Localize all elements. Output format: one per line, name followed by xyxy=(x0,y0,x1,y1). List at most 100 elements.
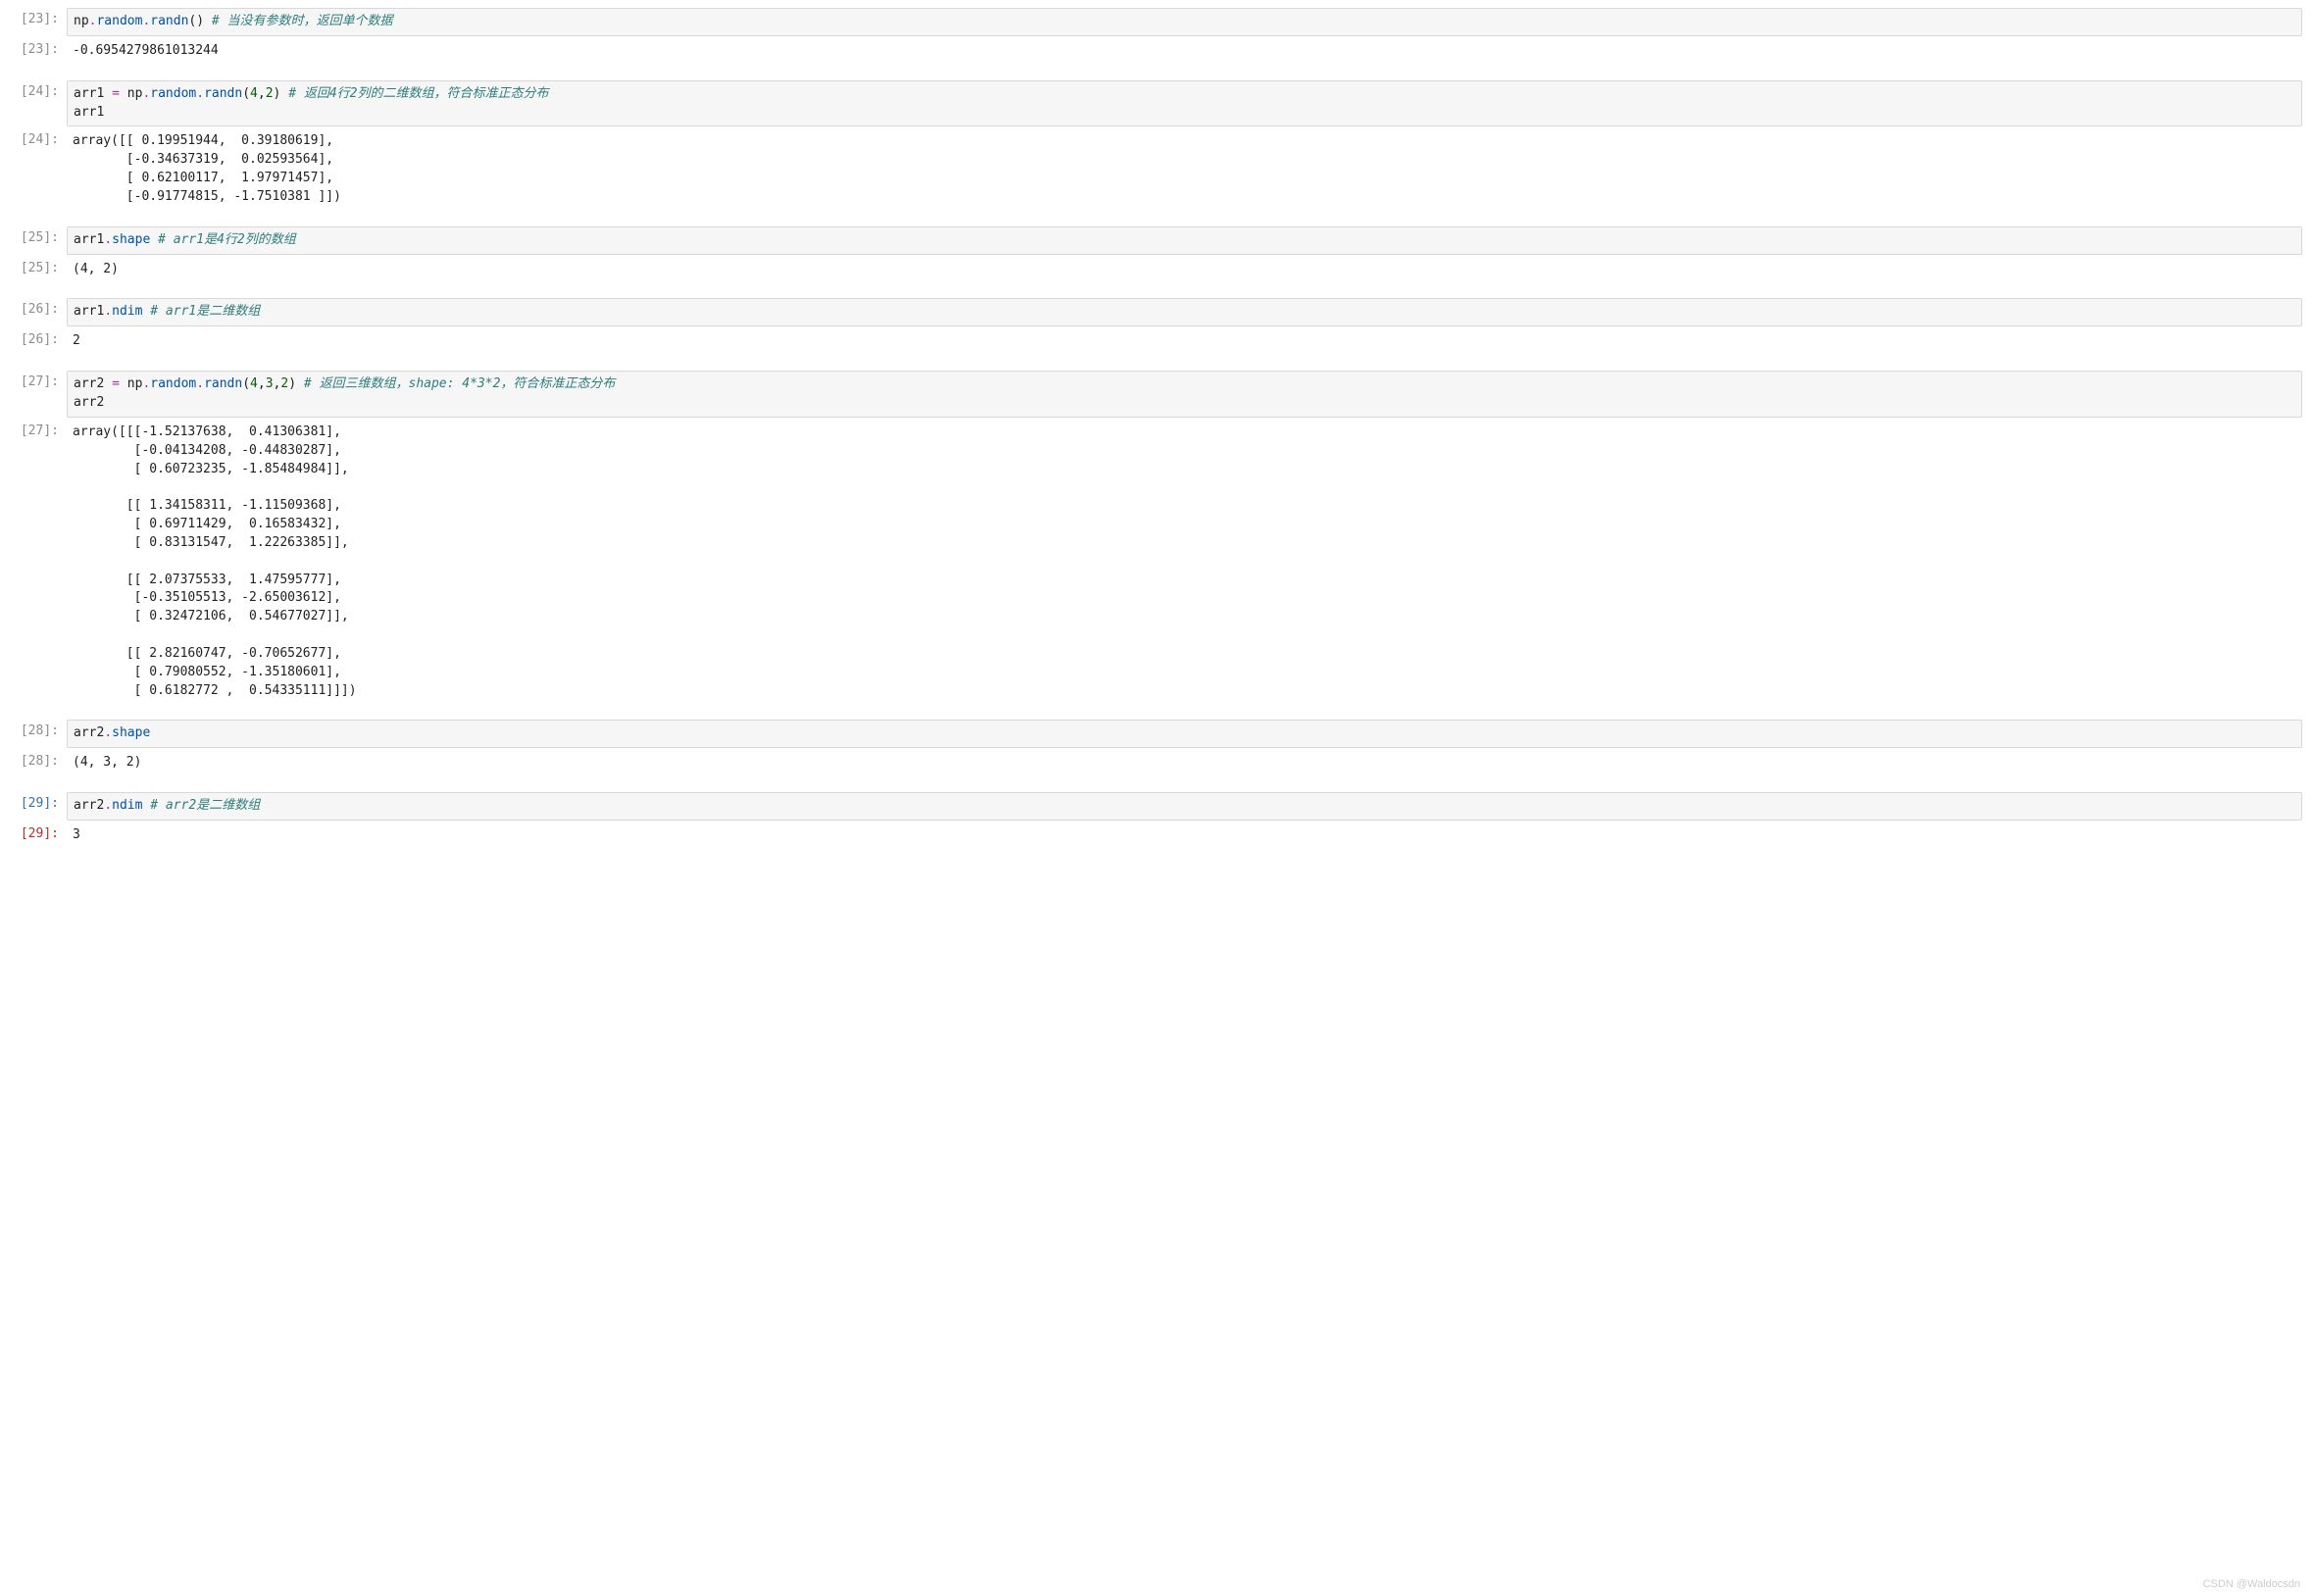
cell-gap xyxy=(8,67,2302,80)
in-prompt: [29]: xyxy=(8,792,67,811)
code-token: shape xyxy=(112,232,150,247)
code-input[interactable]: arr2.shape xyxy=(67,720,2302,748)
code-token xyxy=(296,376,304,391)
in-prompt: [26]: xyxy=(8,298,67,317)
code-token: ndim xyxy=(112,798,142,813)
code-input[interactable]: arr1.shape # arr1是4行2列的数组 xyxy=(67,226,2302,255)
in-prompt: [23]: xyxy=(8,8,67,26)
input-cell: [25]:arr1.shape # arr1是4行2列的数组 xyxy=(8,226,2302,255)
cell-gap xyxy=(8,357,2302,371)
input-cell: [26]:arr1.ndim # arr1是二维数组 xyxy=(8,298,2302,326)
code-token: 4 xyxy=(250,376,258,391)
in-prompt: [28]: xyxy=(8,720,67,738)
code-token: 2 xyxy=(266,86,274,101)
code-token: # 返回4行2列的二维数组，符合标准正态分布 xyxy=(288,86,548,101)
output-cell: [23]:-0.6954279861013244 xyxy=(8,38,2302,65)
code-token: = xyxy=(112,86,120,101)
input-cell: [23]:np.random.randn() # 当没有参数时，返回单个数据 xyxy=(8,8,2302,36)
in-prompt: [27]: xyxy=(8,371,67,389)
code-token: arr1 xyxy=(74,232,104,247)
code-token: 4 xyxy=(250,86,258,101)
code-token: , xyxy=(258,376,266,391)
code-input[interactable]: arr1 = np.random.randn(4,2) # 返回4行2列的二维数… xyxy=(67,80,2302,127)
output-text: 2 xyxy=(67,328,2302,355)
out-prompt: [27]: xyxy=(8,420,67,438)
code-token: shape xyxy=(112,725,150,740)
output-cell: [29]:3 xyxy=(8,823,2302,849)
output-cell: [26]:2 xyxy=(8,328,2302,355)
code-token: randn xyxy=(204,376,242,391)
output-cell: [24]:array([[ 0.19951944, 0.39180619], [… xyxy=(8,128,2302,210)
out-prompt: [26]: xyxy=(8,328,67,347)
code-input[interactable]: arr1.ndim # arr1是二维数组 xyxy=(67,298,2302,326)
code-token: = xyxy=(112,376,120,391)
code-input[interactable]: np.random.randn() # 当没有参数时，返回单个数据 xyxy=(67,8,2302,36)
code-token: 2 xyxy=(280,376,288,391)
code-token: # arr1是4行2列的数组 xyxy=(158,232,296,247)
code-token: ndim xyxy=(112,304,142,319)
code-token xyxy=(150,232,158,247)
in-prompt: [25]: xyxy=(8,226,67,245)
code-token: . xyxy=(104,304,112,319)
code-token: . xyxy=(104,798,112,813)
out-prompt: [23]: xyxy=(8,38,67,57)
cell-gap xyxy=(8,284,2302,298)
code-token: random xyxy=(96,14,142,28)
out-prompt: [29]: xyxy=(8,823,67,841)
output-text: 3 xyxy=(67,823,2302,849)
input-cell: [28]:arr2.shape xyxy=(8,720,2302,748)
input-cell: [24]:arr1 = np.random.randn(4,2) # 返回4行2… xyxy=(8,80,2302,127)
input-cell: [29]:arr2.ndim # arr2是二维数组 xyxy=(8,792,2302,821)
code-token: ( xyxy=(242,86,250,101)
out-prompt: [25]: xyxy=(8,257,67,275)
code-token: np xyxy=(120,86,142,101)
code-token: random xyxy=(150,86,196,101)
code-token: arr2 xyxy=(74,395,104,410)
output-cell: [25]:(4, 2) xyxy=(8,257,2302,283)
code-token: . xyxy=(104,232,112,247)
output-cell: [27]:array([[[-1.52137638, 0.41306381], … xyxy=(8,420,2302,705)
code-token: random xyxy=(150,376,196,391)
code-token: . xyxy=(104,725,112,740)
output-text: array([[ 0.19951944, 0.39180619], [-0.34… xyxy=(67,128,2302,210)
input-cell: [27]:arr2 = np.random.randn(4,3,2) # 返回三… xyxy=(8,371,2302,418)
output-text: (4, 3, 2) xyxy=(67,750,2302,776)
code-token: arr2 xyxy=(74,798,104,813)
code-input[interactable]: arr2 = np.random.randn(4,3,2) # 返回三维数组，s… xyxy=(67,371,2302,418)
code-token xyxy=(104,86,112,101)
code-token: # 当没有参数时，返回单个数据 xyxy=(212,14,393,28)
code-token: arr2 xyxy=(74,376,104,391)
cell-gap xyxy=(8,851,2302,865)
code-token: ( xyxy=(242,376,250,391)
code-token: # arr2是二维数组 xyxy=(150,798,260,813)
code-token xyxy=(204,14,212,28)
code-token: arr1 xyxy=(74,86,104,101)
code-token: () xyxy=(188,14,204,28)
code-token: ) xyxy=(288,376,296,391)
notebook-container: [23]:np.random.randn() # 当没有参数时，返回单个数据[2… xyxy=(8,8,2302,865)
code-token: np xyxy=(120,376,142,391)
code-token: , xyxy=(258,86,266,101)
code-token: arr1 xyxy=(74,304,104,319)
watermark: CSDN @Waldocsdn xyxy=(2203,1578,2300,1590)
cell-gap xyxy=(8,778,2302,792)
out-prompt: [24]: xyxy=(8,128,67,147)
code-token: randn xyxy=(204,86,242,101)
in-prompt: [24]: xyxy=(8,80,67,99)
code-token xyxy=(280,86,288,101)
output-cell: [28]:(4, 3, 2) xyxy=(8,750,2302,776)
code-token: arr2 xyxy=(74,725,104,740)
code-token: arr1 xyxy=(74,105,104,120)
output-text: array([[[-1.52137638, 0.41306381], [-0.0… xyxy=(67,420,2302,705)
cell-gap xyxy=(8,706,2302,720)
code-token: 3 xyxy=(266,376,274,391)
code-token: np xyxy=(74,14,89,28)
code-input[interactable]: arr2.ndim # arr2是二维数组 xyxy=(67,792,2302,821)
code-token: # arr1是二维数组 xyxy=(150,304,260,319)
out-prompt: [28]: xyxy=(8,750,67,769)
cell-gap xyxy=(8,213,2302,226)
output-text: -0.6954279861013244 xyxy=(67,38,2302,65)
output-text: (4, 2) xyxy=(67,257,2302,283)
code-token xyxy=(104,376,112,391)
code-token: # 返回三维数组，shape: 4*3*2，符合标准正态分布 xyxy=(304,376,616,391)
